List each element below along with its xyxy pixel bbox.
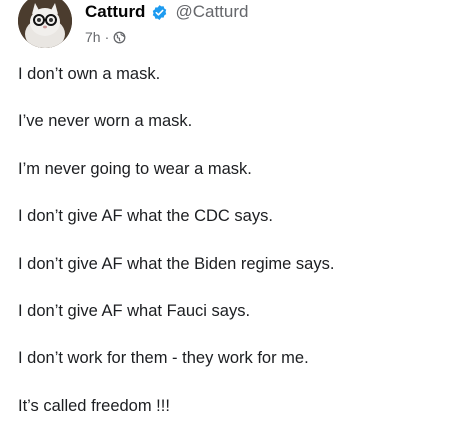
- author-handle[interactable]: @Catturd: [175, 2, 248, 22]
- meta-separator: ·: [104, 29, 110, 45]
- cat-avatar-icon: [18, 0, 72, 48]
- post-card: Catturd @Catturd 7h · I don’t own a mask…: [0, 0, 461, 440]
- post-line: I don’t give AF what Fauci says.: [18, 301, 251, 320]
- avatar[interactable]: [18, 0, 72, 48]
- author-name[interactable]: Catturd: [85, 2, 145, 22]
- post-line: I don’t own a mask.: [18, 65, 161, 83]
- post-header: Catturd @Catturd 7h ·: [18, 0, 458, 52]
- author-row: Catturd @Catturd: [85, 2, 248, 22]
- post-line: I’m never going to wear a mask.: [18, 159, 252, 178]
- post-line: I don’t give AF what the CDC says.: [18, 207, 273, 226]
- post-meta: 7h ·: [85, 29, 126, 45]
- post-timestamp[interactable]: 7h: [85, 29, 101, 45]
- post-line: It’s called freedom !!!: [18, 396, 170, 415]
- post-line: I’ve never worn a mask.: [18, 112, 193, 131]
- verified-badge-icon: [151, 4, 168, 21]
- post-line: I don’t work for them - they work for me…: [18, 349, 309, 368]
- post-line: I don’t give AF what the Biden regime sa…: [18, 254, 335, 273]
- post-body: I don’t own a mask. I’ve never worn a ma…: [18, 63, 448, 442]
- globe-icon[interactable]: [113, 31, 126, 44]
